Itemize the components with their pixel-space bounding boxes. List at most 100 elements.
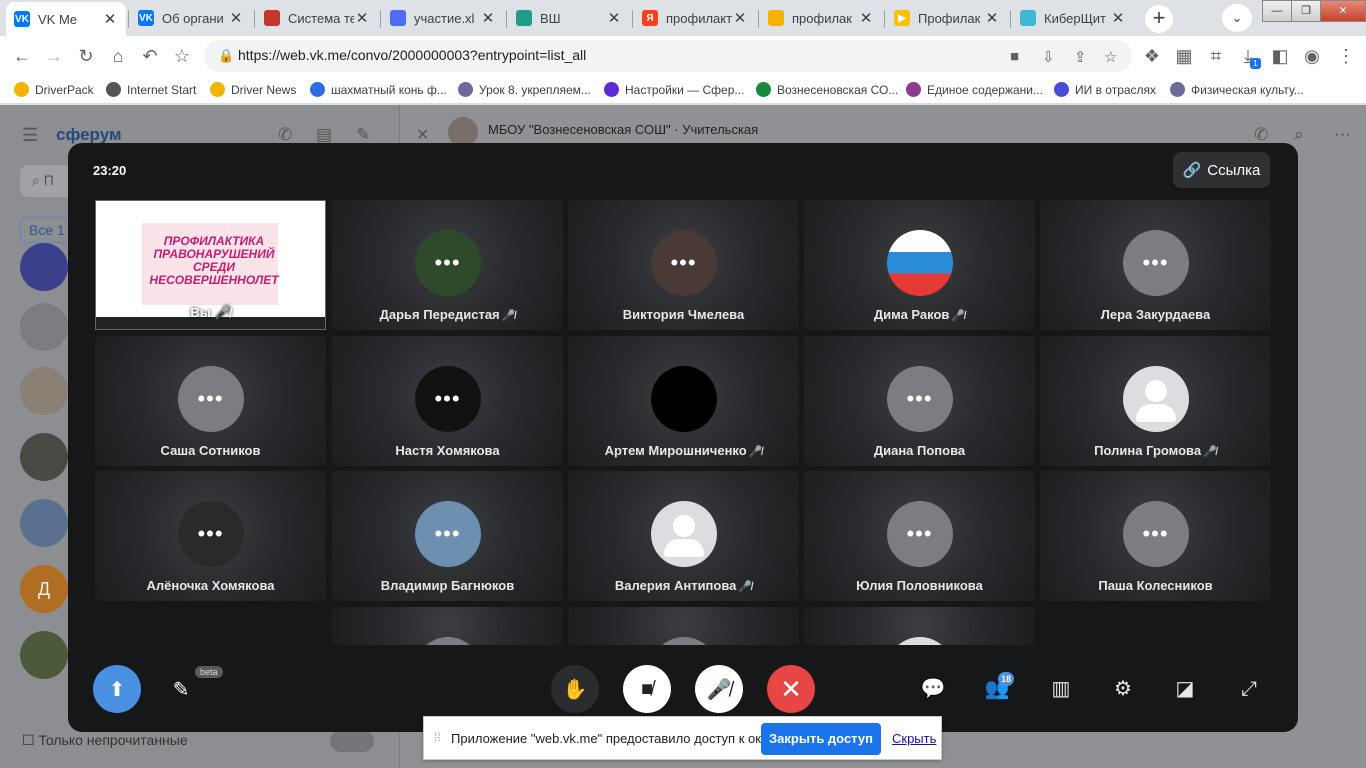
bookmark-item[interactable]: шахматный конь ф...	[310, 82, 447, 97]
hide-link[interactable]: Скрыть	[892, 731, 936, 746]
new-call-icon[interactable]: ✆	[278, 125, 292, 145]
participant-tile[interactable]: ••• Виктория Чмелева	[568, 200, 799, 330]
crop-icon[interactable]: ⌗	[1204, 44, 1228, 68]
bookmark-item[interactable]: Физическая культу...	[1170, 82, 1304, 97]
participant-tile[interactable]: ••• Юлия Половникова	[804, 471, 1035, 601]
tab-8[interactable]: ▶ Профилак ✕	[886, 4, 1008, 32]
more-icon[interactable]: ⋯	[1334, 125, 1351, 145]
tab-7[interactable]: профилак ✕	[760, 4, 882, 32]
bookmark-item[interactable]: Единое содержани...	[906, 82, 1043, 97]
install-icon[interactable]: ⇩	[1042, 48, 1055, 66]
menu-icon[interactable]: ⋮	[1334, 44, 1358, 68]
reload-icon[interactable]: ↻	[74, 44, 98, 68]
tab-3[interactable]: Система те ✕	[256, 4, 378, 32]
chat-icon[interactable]: 💬	[919, 675, 947, 703]
home-icon[interactable]: ⌂	[106, 44, 130, 68]
apps-icon[interactable]: ▦	[1172, 44, 1196, 68]
tab-close-icon[interactable]: ✕	[354, 9, 370, 27]
sidepanel-icon[interactable]: ◧	[1268, 44, 1292, 68]
participant-tile[interactable]: ••• Диана Попова	[804, 336, 1035, 466]
fullscreen-icon[interactable]: ⤢	[1235, 675, 1263, 703]
whiteboard-button[interactable]: ✎	[157, 665, 205, 713]
tab-9[interactable]: КиберЩит ✕	[1012, 4, 1134, 32]
participant-tile[interactable]: ••• Паша Колесников	[1040, 471, 1271, 601]
unread-toggle-switch[interactable]	[330, 730, 374, 752]
undo-icon[interactable]: ↶	[138, 44, 162, 68]
tab-close-icon[interactable]: ✕	[732, 9, 748, 27]
copy-link-button[interactable]: 🔗 Ссылка	[1173, 152, 1270, 188]
bookmark-item[interactable]: Driver News	[210, 82, 296, 97]
tab-5[interactable]: ВШ ✕	[508, 4, 630, 32]
participant-tile[interactable]: ••• Лера Закурдаева	[1040, 200, 1271, 330]
share-screen-button[interactable]: ⬆	[93, 665, 141, 713]
participant-tile[interactable]: Дима Раков 🎤̸	[804, 200, 1035, 330]
avatar[interactable]	[20, 631, 68, 679]
camera-icon[interactable]: ■	[1010, 48, 1019, 65]
tab-close-icon[interactable]: ✕	[1110, 9, 1126, 27]
star-icon[interactable]: ☆	[1104, 48, 1117, 66]
participant-tile[interactable]: ••• Дарья Передистая 🎤̸	[332, 200, 563, 330]
close-chat-icon[interactable]: ✕	[416, 125, 429, 145]
tab-6[interactable]: Япрофилакт ✕	[634, 4, 756, 32]
tab-close-icon[interactable]: ✕	[228, 9, 244, 27]
participant-tile[interactable]: ••• Саша Сотников	[95, 336, 326, 466]
tab-close-icon[interactable]: ✕	[102, 10, 118, 28]
raise-hand-button[interactable]: ✋	[551, 665, 599, 713]
tab-4[interactable]: участие.xl ✕	[382, 4, 504, 32]
participant-tile[interactable]	[568, 607, 799, 645]
participant-tile[interactable]: Полина Громова 🎤̸	[1040, 336, 1271, 466]
maximize-button[interactable]: ❐	[1291, 0, 1321, 22]
tab-close-icon[interactable]: ✕	[480, 9, 496, 27]
avatar[interactable]	[20, 433, 68, 481]
stop-sharing-button[interactable]: Закрыть доступ	[761, 723, 881, 755]
address-bar[interactable]: 🔒 https://web.vk.me/convo/2000000003?ent…	[204, 40, 1132, 72]
mic-off-button[interactable]: 🎤̸	[695, 665, 743, 713]
new-tab-button[interactable]: +	[1145, 5, 1173, 33]
avatar[interactable]: Д	[20, 565, 68, 613]
back-icon[interactable]: ←	[10, 44, 34, 68]
participant-tile[interactable]: ••• Настя Хомякова	[332, 336, 563, 466]
menu-icon[interactable]: ☰	[22, 125, 38, 146]
tab-1[interactable]: VK VK Me ✕	[6, 2, 126, 36]
avatar[interactable]	[20, 499, 68, 547]
avatar[interactable]	[20, 243, 68, 291]
tab-close-icon[interactable]: ✕	[984, 9, 1000, 27]
camera-off-button[interactable]: ■̸	[623, 665, 671, 713]
archive-icon[interactable]: ▤	[316, 125, 332, 145]
participant-tile[interactable]: Валерия Антипова 🎤̸	[568, 471, 799, 601]
participant-tile[interactable]: ••• Владимир Багнюков	[332, 471, 563, 601]
compose-icon[interactable]: ✎	[356, 125, 370, 145]
bookmark-item[interactable]: ИИ в отраслях	[1054, 82, 1156, 97]
search-icon[interactable]: ⌕	[1294, 125, 1304, 145]
layout-icon[interactable]: ▥	[1047, 675, 1075, 703]
bookmark-item[interactable]: Вознесеновская СО...	[756, 82, 898, 97]
drag-handle-icon[interactable]: ⁞⁞	[434, 730, 441, 744]
bookmark-item[interactable]: DriverPack	[14, 82, 94, 97]
bookmark-item[interactable]: Internet Start	[106, 82, 196, 97]
filter-all[interactable]: Все 1	[20, 217, 74, 243]
participant-tile[interactable]: Артем Мирошниченко 🎤̸	[568, 336, 799, 466]
pip-icon[interactable]: ◪	[1171, 675, 1199, 703]
bookmark-item[interactable]: Урок 8. укрепляем...	[458, 82, 591, 97]
profile-icon[interactable]: ◉	[1300, 44, 1324, 68]
phone-icon[interactable]: ✆	[1254, 125, 1268, 145]
avatar[interactable]	[20, 303, 68, 351]
tab-2[interactable]: VK Об органи ✕	[130, 4, 252, 32]
avatar[interactable]	[20, 367, 68, 415]
bookmark-star-icon[interactable]: ☆	[170, 44, 194, 68]
minimize-button[interactable]: —	[1262, 0, 1292, 22]
settings-icon[interactable]: ⚙	[1109, 675, 1137, 703]
participant-tile[interactable]	[804, 607, 1035, 645]
share-icon[interactable]: ⇪	[1074, 48, 1087, 66]
window-close-button[interactable]: ✕	[1320, 0, 1366, 22]
participant-tile[interactable]	[332, 607, 563, 645]
forward-icon[interactable]: →	[42, 44, 66, 68]
screen-share-tile[interactable]: ПРОФИЛАКТИКА ПРАВОНАРУШЕНИЙ СРЕДИ НЕСОВЕ…	[95, 200, 326, 330]
bookmark-item[interactable]: Настройки — Сфер...	[604, 82, 744, 97]
end-call-button[interactable]: ✕	[767, 665, 815, 713]
unread-only-toggle[interactable]: ☐ Только непрочитанные	[22, 732, 188, 749]
extension-icon[interactable]: ❖	[1140, 44, 1164, 68]
tab-close-icon[interactable]: ✕	[606, 9, 622, 27]
tab-close-icon[interactable]: ✕	[858, 9, 874, 27]
participant-tile[interactable]: ••• Алёночка Хомякова	[95, 471, 326, 601]
